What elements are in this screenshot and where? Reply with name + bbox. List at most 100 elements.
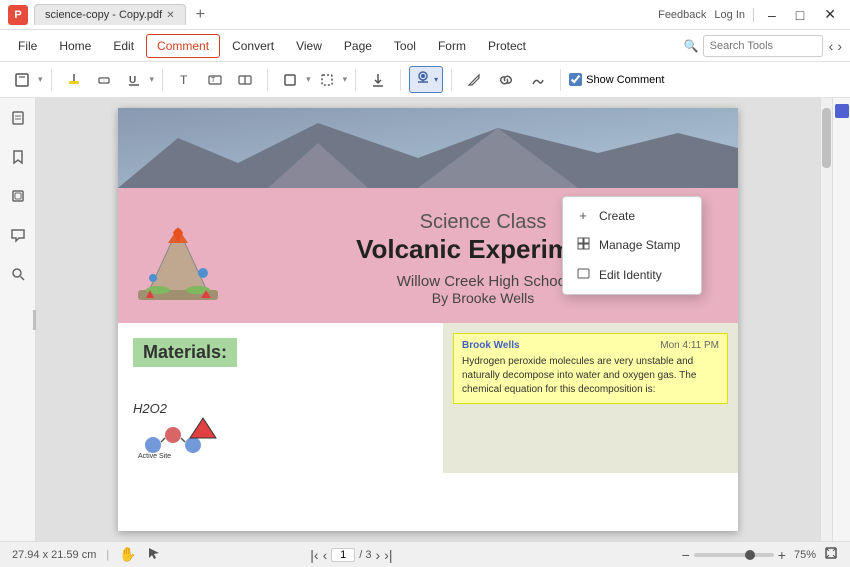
status-sep: | [106,549,109,561]
next-page-button[interactable]: › [375,547,380,563]
highlight-button[interactable] [60,67,88,93]
hand-tool-button[interactable]: ✋ [119,546,136,563]
menu-page[interactable]: Page [334,35,382,57]
last-page-button[interactable]: ›| [384,547,392,563]
insert-button[interactable] [231,67,259,93]
annotation-text: Hydrogen peroxide molecules are very uns… [462,355,719,397]
link-button[interactable] [492,67,520,93]
document-tab[interactable]: science-copy - Copy.pdf ✕ [34,4,186,25]
underline-arrow[interactable]: ▾ [150,74,155,85]
statusbar-right: − + 75% [682,546,838,563]
menu-comment[interactable]: Comment [146,34,220,58]
textbox-button[interactable]: T [201,67,229,93]
zoom-slider-container: − + [682,547,786,563]
sidebar-comment-icon[interactable] [6,223,30,252]
toolbar-sep-5 [400,69,401,91]
page-indicator [835,104,849,118]
annotate-arrow[interactable]: ▾ [38,74,43,85]
sidebar-bookmark-icon[interactable] [6,145,30,174]
dropdown-edit-identity[interactable]: Edit Identity [563,260,701,290]
toolbar-sep-6 [451,69,452,91]
underline-button[interactable]: U [120,67,148,93]
stamp-dropdown-arrow[interactable]: ▾ [434,75,438,84]
titlebar-left: P science-copy - Copy.pdf ✕ + [8,4,209,25]
sidebar-layers-icon[interactable] [6,184,30,213]
toolbar-sep-2 [162,69,163,91]
search-icon: 🔍 [684,39,699,53]
edit-identity-icon [575,267,591,283]
sidebar-left [0,98,36,541]
close-button[interactable]: ✕ [818,6,842,23]
new-tab-button[interactable]: + [192,6,209,24]
sidebar-search-icon[interactable] [6,262,30,291]
scrollbar-thumb[interactable] [822,108,831,168]
text-button[interactable]: T [171,67,199,93]
toolbar-text-group: T T [171,67,259,93]
area-arrow[interactable]: ▾ [343,74,348,85]
page-container: Science Class Volcanic Experiment Willow… [118,108,738,531]
feedback-button[interactable]: Feedback [658,9,706,21]
menu-home[interactable]: Home [49,35,101,57]
create-icon: + [575,208,591,223]
toolbar-sep-4 [355,69,356,91]
search-tools-input[interactable] [703,35,823,57]
annotate-button[interactable] [8,67,36,93]
shape-button[interactable] [276,67,304,93]
toolbar-sep-7 [560,69,561,91]
toolbar-shape-group: ▾ ▾ [276,67,347,93]
h2o2-drawing: H2O2 Active Site [133,401,213,463]
eraser-button[interactable] [90,67,118,93]
menu-convert[interactable]: Convert [222,35,284,57]
stamp-dropdown-menu: + Create Manage Stamp Edit Identity [562,196,702,295]
sign-button[interactable] [524,67,552,93]
doc-materials-section: Materials: H2O2 Active Site [118,323,443,473]
vertical-scrollbar[interactable] [820,98,832,541]
stamp-button[interactable]: ▾ [409,66,443,93]
prev-page-button[interactable]: ‹ [323,547,328,563]
zoom-out-button[interactable]: − [682,547,690,563]
manage-stamp-icon [575,237,591,253]
attach-button[interactable] [364,67,392,93]
menu-tool[interactable]: Tool [384,35,426,57]
page-number-input[interactable]: 1 [331,548,355,562]
show-comment-label[interactable]: Show Comment [569,73,664,86]
shape-arrow[interactable]: ▾ [306,74,311,85]
dropdown-manage-stamp[interactable]: Manage Stamp [563,230,701,260]
page-total: / 3 [359,549,371,561]
page-dimensions: 27.94 x 21.59 cm [12,549,96,561]
first-page-button[interactable]: |‹ [310,547,318,563]
minimize-button[interactable]: – [762,7,782,23]
tab-title: science-copy - Copy.pdf [45,9,162,21]
menu-edit[interactable]: Edit [103,35,144,57]
tab-close-button[interactable]: ✕ [166,10,174,21]
login-button[interactable]: Log In [714,9,745,21]
menu-view[interactable]: View [286,35,332,57]
toolbar-annotation-group: ▾ [8,67,43,93]
volcano-illustration [128,208,228,308]
title-bar: P science-copy - Copy.pdf ✕ + Feedback L… [0,0,850,30]
status-bar: 27.94 x 21.59 cm | ✋ |‹ ‹ 1 / 3 › ›| − +… [0,541,850,567]
menu-nav-buttons: ‹ › [829,38,842,54]
stamp-icon [414,69,432,90]
menu-form[interactable]: Form [428,35,476,57]
document-area[interactable]: Science Class Volcanic Experiment Willow… [36,98,820,541]
menu-protect[interactable]: Protect [478,35,536,57]
show-comment-checkbox[interactable] [569,73,582,86]
zoom-slider[interactable] [694,553,774,557]
draw-button[interactable] [460,67,488,93]
select-tool-button[interactable] [147,546,161,563]
dropdown-create[interactable]: + Create [563,201,701,230]
annotation-author: Brook Wells [462,340,520,351]
app-icon: P [8,5,28,25]
area-button[interactable] [313,67,341,93]
zoom-thumb[interactable] [745,550,755,560]
maximize-button[interactable]: □ [790,7,810,23]
doc-header-image [118,108,738,188]
menu-search-area: 🔍 [684,35,823,57]
nav-forward-button[interactable]: › [837,38,842,54]
fit-page-button[interactable] [824,546,838,563]
sidebar-page-icon[interactable] [6,106,30,135]
zoom-in-button[interactable]: + [778,547,786,563]
nav-back-button[interactable]: ‹ [829,38,834,54]
menu-file[interactable]: File [8,35,47,57]
